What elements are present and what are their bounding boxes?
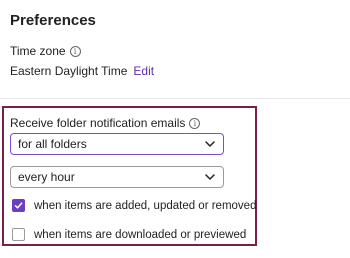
chevron-down-icon: [205, 173, 215, 181]
info-circle-icon[interactable]: i: [69, 45, 81, 57]
folder-scope-select[interactable]: for all folders: [10, 133, 224, 155]
checkbox-label: when items are downloaded or previewed: [34, 228, 247, 241]
checkbox-label: when items are added, updated or removed: [34, 199, 257, 212]
section-divider: [0, 98, 350, 99]
frequency-value: every hour: [18, 170, 75, 184]
time-zone-label-row: Time zone i: [10, 44, 81, 58]
page-title: Preferences: [10, 12, 96, 29]
checkbox-downloaded-previewed[interactable]: [12, 228, 25, 241]
info-circle-icon[interactable]: i: [189, 117, 201, 129]
checkmark-icon: [14, 202, 23, 209]
notification-label-row: Receive folder notification emails i: [10, 116, 201, 130]
time-zone-value-row: Eastern Daylight Time Edit: [10, 64, 154, 78]
time-zone-label: Time zone: [10, 44, 66, 58]
checkbox-row-downloaded-previewed[interactable]: when items are downloaded or previewed: [12, 228, 246, 241]
checkbox-added-updated-removed[interactable]: [12, 199, 25, 212]
folder-scope-value: for all folders: [18, 137, 87, 151]
chevron-down-icon: [205, 140, 215, 148]
frequency-select[interactable]: every hour: [10, 166, 224, 188]
edit-time-zone-link[interactable]: Edit: [133, 64, 154, 78]
time-zone-value: Eastern Daylight Time: [10, 64, 128, 78]
notification-label: Receive folder notification emails: [10, 116, 186, 130]
checkbox-row-added-updated-removed[interactable]: when items are added, updated or removed: [12, 199, 256, 212]
